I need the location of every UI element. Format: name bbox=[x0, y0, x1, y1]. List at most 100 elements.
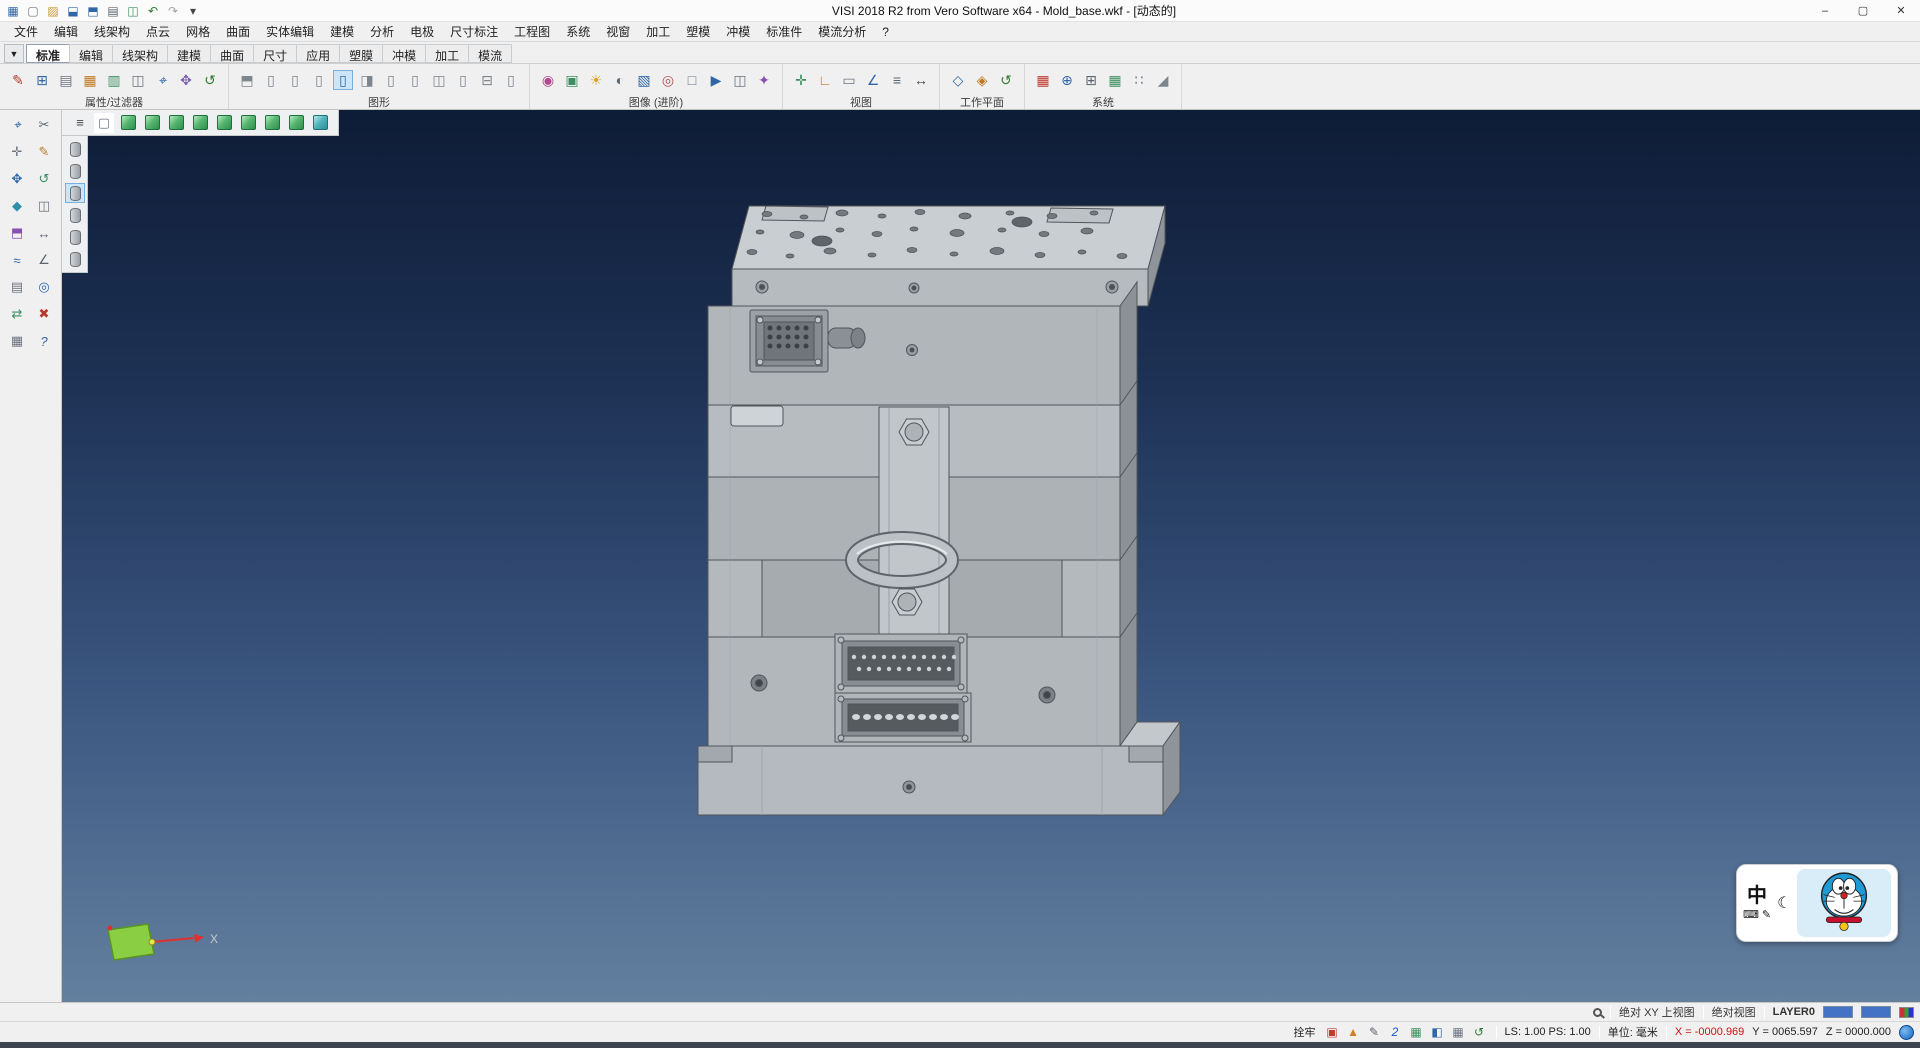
menu-standard-parts[interactable]: 标准件 bbox=[758, 21, 810, 42]
display-filter-icon-3[interactable] bbox=[65, 183, 85, 203]
properties-icon[interactable]: ◎ bbox=[33, 276, 55, 298]
graphics-layout-icon-12[interactable]: ▯ bbox=[501, 70, 521, 90]
tab-dropdown-icon[interactable]: ▼ bbox=[4, 44, 24, 63]
system-render-icon[interactable]: ◢ bbox=[1153, 70, 1173, 90]
system-colors-icon[interactable]: ▦ bbox=[1033, 70, 1053, 90]
selection-mask-icon[interactable]: ⌖ bbox=[152, 70, 172, 90]
angle-tool-icon[interactable]: ∠ bbox=[33, 249, 55, 271]
tab-surface[interactable]: 曲面 bbox=[210, 44, 254, 63]
swap-icon[interactable]: ⇄ bbox=[6, 303, 28, 325]
ruler-icon[interactable]: ▭ bbox=[839, 70, 859, 90]
camera-icon[interactable]: ◎ bbox=[658, 70, 678, 90]
render-icon[interactable]: ◉ bbox=[538, 70, 558, 90]
left-view-icon[interactable] bbox=[214, 113, 234, 133]
view-mode-label[interactable]: 绝对 XY 上视图 bbox=[1619, 1004, 1695, 1020]
attr-copy-icon[interactable]: ⊞ bbox=[32, 70, 52, 90]
edit-toggle-icon[interactable]: ✎ bbox=[1366, 1024, 1383, 1041]
viewbar-menu-icon[interactable]: ≡ bbox=[70, 113, 90, 133]
texture-icon[interactable]: ▧ bbox=[634, 70, 654, 90]
layer-color-swatch-1[interactable] bbox=[1823, 1006, 1853, 1018]
ime-toolbar[interactable]: 中 ⌨ ✎ ☾ bbox=[1736, 864, 1898, 942]
tab-modeling[interactable]: 建模 bbox=[167, 44, 211, 63]
tab-edit[interactable]: 编辑 bbox=[69, 44, 113, 63]
tab-machining[interactable]: 加工 bbox=[425, 44, 469, 63]
graphics-layout-icon-1[interactable]: ⬒ bbox=[237, 70, 257, 90]
hatch-icon[interactable]: ▦ bbox=[6, 330, 28, 352]
system-grid-icon[interactable]: ▦ bbox=[1105, 70, 1125, 90]
solid-tool-icon[interactable]: ⬒ bbox=[6, 222, 28, 244]
display-filter-icon-1[interactable] bbox=[65, 139, 85, 159]
graphics-layout-icon-7[interactable]: ▯ bbox=[381, 70, 401, 90]
menu-window[interactable]: 视窗 bbox=[598, 21, 638, 42]
ime-fullwidth-icon[interactable]: ☾ bbox=[1777, 893, 1791, 913]
workplane-reset-icon[interactable]: ↺ bbox=[996, 70, 1016, 90]
undo-icon[interactable]: ↶ bbox=[144, 2, 162, 20]
graphics-layout-icon-5[interactable]: ▯ bbox=[333, 70, 353, 90]
quick-filter-icon[interactable]: ✥ bbox=[176, 70, 196, 90]
lock-toggle[interactable]: 拴牢 bbox=[1294, 1024, 1316, 1040]
refresh-toggle-icon[interactable]: ↺ bbox=[1471, 1024, 1488, 1041]
app-menu-icon[interactable]: ▦ bbox=[4, 2, 22, 20]
print-icon[interactable]: ▤ bbox=[104, 2, 122, 20]
system-snap-icon[interactable]: ∷ bbox=[1129, 70, 1149, 90]
dimension-icon[interactable]: ↔ bbox=[911, 70, 931, 90]
stereo-icon[interactable]: ◫ bbox=[730, 70, 750, 90]
snapshot-icon[interactable]: □ bbox=[682, 70, 702, 90]
tab-application[interactable]: 应用 bbox=[296, 44, 340, 63]
display-filter-icon-4[interactable] bbox=[65, 205, 85, 225]
axonometric-view-icon[interactable] bbox=[118, 113, 138, 133]
color-mode-icon[interactable] bbox=[1899, 1007, 1914, 1018]
grid-toggle-icon[interactable]: ▦ bbox=[1450, 1024, 1467, 1041]
menu-help[interactable]: ? bbox=[874, 23, 897, 41]
ucs-toggle-icon[interactable]: ▲ bbox=[1345, 1024, 1362, 1041]
angle-icon[interactable]: ∠ bbox=[863, 70, 883, 90]
iso-view-icon[interactable] bbox=[286, 113, 306, 133]
measure-tool-icon[interactable]: ↔ bbox=[33, 222, 55, 244]
system-globe-icon[interactable]: ⊕ bbox=[1057, 70, 1077, 90]
search-icon[interactable] bbox=[1593, 1008, 1602, 1017]
open-file-icon[interactable]: ▨ bbox=[44, 2, 62, 20]
menu-surface[interactable]: 曲面 bbox=[218, 21, 258, 42]
minimize-button[interactable]: – bbox=[1806, 0, 1844, 22]
menu-file[interactable]: 文件 bbox=[6, 21, 46, 42]
redo-icon[interactable]: ↷ bbox=[164, 2, 182, 20]
visi-logo-icon[interactable] bbox=[1899, 1025, 1914, 1040]
menu-edit[interactable]: 编辑 bbox=[46, 21, 86, 42]
attr-paint-icon[interactable]: ✎ bbox=[8, 70, 28, 90]
curve-tool-icon[interactable]: ≈ bbox=[6, 249, 28, 271]
menu-machining[interactable]: 加工 bbox=[638, 21, 678, 42]
coord-system-icon[interactable]: ∟ bbox=[815, 70, 835, 90]
menu-pointcloud[interactable]: 点云 bbox=[138, 21, 178, 42]
menu-drafting[interactable]: 工程图 bbox=[506, 21, 558, 42]
trim-icon[interactable]: ✂ bbox=[33, 114, 55, 136]
minicube-icon[interactable]: ◧ bbox=[1429, 1024, 1446, 1041]
ime-mode-indicator[interactable]: 中 bbox=[1747, 886, 1767, 906]
filter-color-icon[interactable]: ▦ bbox=[80, 70, 100, 90]
help-icon[interactable]: ? bbox=[33, 330, 55, 352]
filter-layer-icon[interactable]: ▤ bbox=[56, 70, 76, 90]
tab-standard[interactable]: 标准 bbox=[26, 44, 70, 63]
menu-wireframe[interactable]: 线架构 bbox=[86, 21, 138, 42]
align-view-icon[interactable]: ≡ bbox=[887, 70, 907, 90]
graphics-layout-icon-3[interactable]: ▯ bbox=[285, 70, 305, 90]
tab-wireframe[interactable]: 线架构 bbox=[112, 44, 168, 63]
menu-electrode[interactable]: 电极 bbox=[402, 21, 442, 42]
top-view-icon[interactable] bbox=[166, 113, 186, 133]
graphics-layout-icon-9[interactable]: ◫ bbox=[429, 70, 449, 90]
graphics-layout-icon-11[interactable]: ⊟ bbox=[477, 70, 497, 90]
maximize-button[interactable]: ▢ bbox=[1844, 0, 1882, 22]
right-view-icon[interactable] bbox=[190, 113, 210, 133]
tab-flow[interactable]: 模流 bbox=[468, 44, 512, 63]
back-view-icon[interactable] bbox=[238, 113, 258, 133]
advanced-render-icon[interactable]: ✦ bbox=[754, 70, 774, 90]
display-filter-icon-6[interactable] bbox=[65, 249, 85, 269]
workplane-align-icon[interactable]: ◈ bbox=[972, 70, 992, 90]
graphics-layout-icon-2[interactable]: ▯ bbox=[261, 70, 281, 90]
shadow-icon[interactable]: ◐ bbox=[610, 70, 630, 90]
measure-icon[interactable]: ✛ bbox=[791, 70, 811, 90]
layers-icon[interactable]: ▤ bbox=[6, 276, 28, 298]
tab-molding[interactable]: 塑膜 bbox=[339, 44, 383, 63]
menu-system[interactable]: 系统 bbox=[558, 21, 598, 42]
surface-tool-icon[interactable]: ◆ bbox=[6, 195, 28, 217]
graphics-layout-icon-4[interactable]: ▯ bbox=[309, 70, 329, 90]
